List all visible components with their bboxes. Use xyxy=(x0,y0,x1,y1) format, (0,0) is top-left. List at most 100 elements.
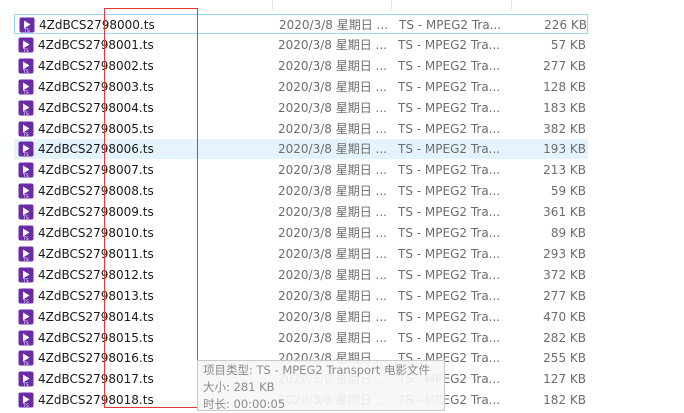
file-type: TS - MPEG2 Tra... xyxy=(398,330,501,345)
file-type: TS - MPEG2 Tra... xyxy=(398,246,501,261)
file-row[interactable]: TS 4ZdBCS2798013.ts 2020/3/8 星期日 ... TS - M… xyxy=(14,286,588,306)
file-size: 361 KB xyxy=(543,205,586,220)
svg-text:TS: TS xyxy=(22,382,29,387)
file-row[interactable]: TS 4ZdBCS2798002.ts 2020/3/8 星期日 ... TS - M… xyxy=(14,56,588,76)
ts-video-file-icon: TS xyxy=(18,309,34,325)
file-size: 59 KB xyxy=(550,184,586,199)
file-size: 127 KB xyxy=(543,372,586,387)
file-size: 372 KB xyxy=(543,267,586,282)
svg-text:TS: TS xyxy=(22,236,29,241)
ts-video-file-icon: TS xyxy=(18,141,34,157)
ts-video-file-icon: TS xyxy=(18,288,34,304)
ts-video-file-icon: TS xyxy=(18,162,34,178)
file-size: 89 KB xyxy=(550,226,586,240)
file-name: 4ZdBCS2798007.ts xyxy=(38,163,154,178)
file-size: 255 KB xyxy=(543,351,586,366)
file-type: TS - MPEG2 Tra... xyxy=(398,58,501,73)
file-name: 4ZdBCS2798009.ts xyxy=(38,205,154,220)
tooltip-type: 项目类型: TS - MPEG2 Transport 电影文件 xyxy=(203,363,430,377)
file-type: TS - MPEG2 Tra... xyxy=(398,184,501,199)
file-name: 4ZdBCS2798013.ts xyxy=(38,288,154,303)
svg-text:TS: TS xyxy=(22,132,29,137)
file-date-modified: 2020/3/8 星期日 ... xyxy=(278,79,386,94)
file-row[interactable]: TS 4ZdBCS2798009.ts 2020/3/8 星期日 ... TS - M… xyxy=(14,202,588,222)
file-row[interactable]: TS 4ZdBCS2798012.ts 2020/3/8 星期日 ... TS - M… xyxy=(14,265,588,285)
file-name: 4ZdBCS2798015.ts xyxy=(38,330,154,345)
file-size: 193 KB xyxy=(543,142,586,157)
file-size: 470 KB xyxy=(543,309,586,324)
svg-text:TS: TS xyxy=(22,299,29,304)
column-divider[interactable] xyxy=(511,0,512,10)
file-size: 277 KB xyxy=(543,58,586,73)
ts-video-file-icon: TS xyxy=(18,58,34,74)
file-name: 4ZdBCS2798012.ts xyxy=(38,267,154,282)
ts-video-file-icon: TS xyxy=(18,100,34,116)
file-date-modified: 2020/3/8 星期日 ... xyxy=(278,184,386,199)
file-date-modified: 2020/3/8 星期日 ... xyxy=(278,142,386,157)
file-name: 4ZdBCS2798014.ts xyxy=(38,309,154,324)
file-name: 4ZdBCS2798000.ts xyxy=(39,18,155,32)
file-row[interactable]: TS 4ZdBCS2798005.ts 2020/3/8 星期日 ... TS - M… xyxy=(14,119,588,139)
ts-video-file-icon: TS xyxy=(18,330,34,346)
file-row[interactable]: TS 4ZdBCS2798003.ts 2020/3/8 星期日 ... TS - M… xyxy=(14,77,588,97)
tooltip-duration: 时长: 00:00:05 xyxy=(203,397,286,411)
svg-text:TS: TS xyxy=(22,69,29,74)
file-date-modified: 2020/3/8 星期日 ... xyxy=(278,205,386,220)
svg-text:TS: TS xyxy=(22,320,29,325)
ts-video-file-icon: TS xyxy=(18,79,34,95)
file-type: TS - MPEG2 Tra... xyxy=(398,79,501,94)
svg-text:TS: TS xyxy=(22,341,29,346)
file-date-modified: 2020/3/8 星期日 ... xyxy=(278,246,386,261)
file-row[interactable]: TS 4ZdBCS2798014.ts 2020/3/8 星期日 ... TS - M… xyxy=(14,307,588,327)
file-name: 4ZdBCS2798004.ts xyxy=(38,100,154,115)
file-name: 4ZdBCS2798003.ts xyxy=(38,79,154,94)
file-row[interactable]: TS 4ZdBCS2798015.ts 2020/3/8 星期日 ... TS - M… xyxy=(14,328,588,348)
file-size: 293 KB xyxy=(543,246,586,261)
file-name: 4ZdBCS2798005.ts xyxy=(38,121,154,136)
column-divider[interactable] xyxy=(391,0,392,10)
file-date-modified: 2020/3/8 星期日 ... xyxy=(278,288,386,303)
column-divider[interactable] xyxy=(272,0,273,10)
file-size: 213 KB xyxy=(543,163,586,178)
file-name: 4ZdBCS2798006.ts xyxy=(38,142,154,157)
file-row[interactable]: TS 4ZdBCS2798000.ts 2020/3/8 星期日 ... TS - M… xyxy=(14,14,588,34)
file-type: TS - MPEG2 Tra... xyxy=(398,121,501,136)
file-date-modified: 2020/3/8 星期日 ... xyxy=(278,100,386,115)
file-date-modified: 2020/3/8 星期日 ... xyxy=(278,121,386,136)
file-type: TS - MPEG2 Tra... xyxy=(398,142,501,157)
file-type: TS - MPEG2 Tra... xyxy=(399,18,502,32)
file-date-modified: 2020/3/8 星期日 ... xyxy=(278,163,386,178)
file-date-modified: 2020/3/8 星期日 ... xyxy=(278,330,386,345)
file-name: 4ZdBCS2798008.ts xyxy=(38,184,154,199)
file-name: 4ZdBCS2798010.ts xyxy=(38,226,154,240)
ts-video-file-icon: TS xyxy=(18,37,34,53)
file-date-modified: 2020/3/8 星期日 ... xyxy=(278,37,386,52)
svg-text:TS: TS xyxy=(22,48,29,53)
file-date-modified: 2020/3/8 星期日 ... xyxy=(279,18,387,32)
file-type: TS - MPEG2 Tra... xyxy=(398,37,501,52)
file-size: 282 KB xyxy=(543,330,586,345)
file-date-modified: 2020/3/8 星期日 ... xyxy=(278,58,386,73)
file-date-modified: 2020/3/8 星期日 ... xyxy=(278,309,386,324)
svg-text:TS: TS xyxy=(22,278,29,283)
file-type: TS - MPEG2 Tra... xyxy=(398,100,501,115)
svg-text:TS: TS xyxy=(22,173,29,178)
svg-text:TS: TS xyxy=(23,28,30,33)
file-size: 382 KB xyxy=(543,121,586,136)
file-size: 183 KB xyxy=(543,100,586,115)
file-row[interactable]: TS 4ZdBCS2798010.ts 2020/3/8 星期日 ... TS - M… xyxy=(14,223,588,243)
file-type: TS - MPEG2 Tra... xyxy=(398,205,501,220)
ts-video-file-icon: TS xyxy=(18,267,34,283)
file-type: TS - MPEG2 Tra... xyxy=(398,288,501,303)
file-row[interactable]: TS 4ZdBCS2798004.ts 2020/3/8 星期日 ... TS - M… xyxy=(14,98,588,118)
file-type: TS - MPEG2 Tra... xyxy=(398,163,501,178)
file-row[interactable]: TS 4ZdBCS2798007.ts 2020/3/8 星期日 ... TS - M… xyxy=(14,160,588,180)
file-row[interactable]: TS 4ZdBCS2798008.ts 2020/3/8 星期日 ... TS - M… xyxy=(14,181,588,201)
svg-text:TS: TS xyxy=(22,403,29,408)
ts-video-file-icon: TS xyxy=(18,392,34,408)
ts-video-file-icon: TS xyxy=(18,183,34,199)
file-row[interactable]: TS 4ZdBCS2798006.ts 2020/3/8 星期日 ... TS - M… xyxy=(14,139,588,160)
file-row[interactable]: TS 4ZdBCS2798001.ts 2020/3/8 星期日 ... TS - M… xyxy=(14,35,588,55)
file-size: 226 KB xyxy=(544,18,587,32)
file-row[interactable]: TS 4ZdBCS2798011.ts 2020/3/8 星期日 ... TS - M… xyxy=(14,244,588,264)
